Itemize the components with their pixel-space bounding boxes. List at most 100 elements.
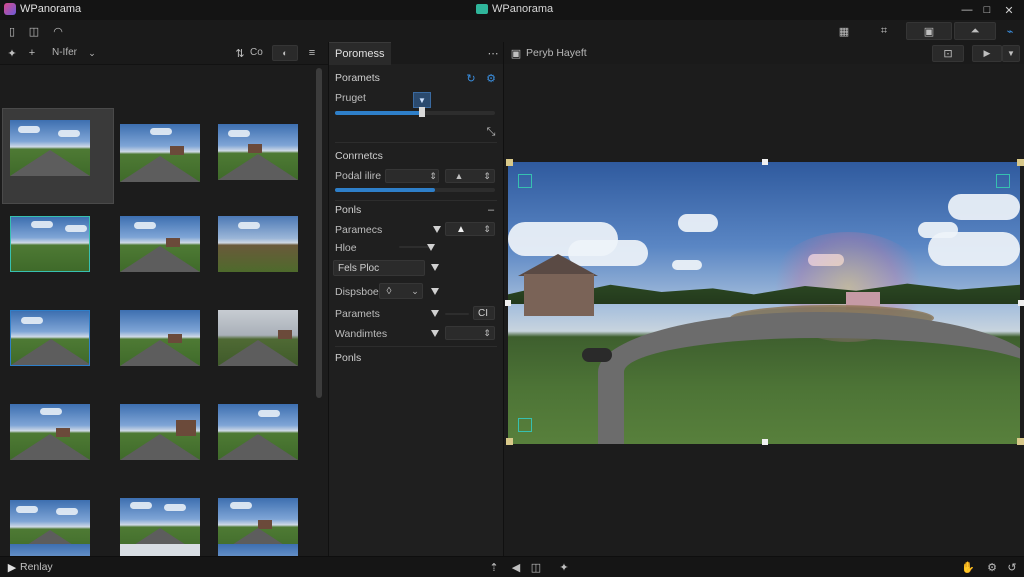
export-button[interactable]: ▣ — [906, 22, 952, 40]
menu-icon[interactable]: ≡ — [304, 45, 320, 61]
upload-button[interactable]: ⏶ — [954, 22, 996, 40]
parameters2-slider[interactable] — [445, 313, 469, 315]
barn — [524, 274, 594, 316]
thumbnail-16[interactable] — [8, 542, 92, 556]
wandinites-dropdown-icon[interactable] — [431, 330, 439, 337]
preview-icon: ▣ — [510, 47, 522, 60]
panel-more-icon[interactable]: ⋯ — [485, 45, 501, 61]
thumbnail-8[interactable] — [118, 308, 202, 368]
parameters2-label: Paramets — [335, 308, 380, 320]
expand-icon[interactable]: ⤡ — [483, 124, 499, 140]
cloud — [948, 194, 1020, 220]
thumbnail-2[interactable] — [118, 122, 202, 182]
parameters-stepper-icon[interactable]: ⇕ — [479, 221, 495, 237]
separator — [335, 346, 497, 347]
wandinites-stepper-icon[interactable]: ⇕ — [479, 325, 495, 341]
thumbnail-11[interactable] — [118, 402, 202, 462]
thumbnail-7[interactable] — [8, 308, 92, 368]
control-point-tl[interactable] — [518, 174, 532, 188]
cloud — [678, 214, 718, 232]
maximize-button[interactable]: □ — [976, 1, 998, 19]
thumbnail-9[interactable] — [216, 308, 300, 368]
corner-handle-tl[interactable] — [506, 159, 513, 166]
thumbnail-3[interactable] — [216, 122, 300, 182]
thumbnail-5[interactable] — [118, 214, 202, 274]
pin-icon[interactable]: ⇡ — [486, 559, 502, 575]
tab-parameters[interactable]: Poromess — [329, 42, 391, 65]
app-logo-icon — [4, 3, 16, 15]
preview-title: Peryb Hayeft — [526, 47, 587, 59]
control-point-tr[interactable] — [996, 174, 1010, 188]
parameters-label: Paramecs — [335, 224, 383, 236]
lock-icon[interactable]: ▲ — [451, 168, 467, 184]
sparkle-icon[interactable]: ✦ — [556, 559, 572, 575]
panorama-preview[interactable] — [508, 162, 1020, 444]
edge-handle-top[interactable] — [762, 159, 768, 165]
mode-label[interactable]: Co — [250, 47, 263, 58]
tab-parameters-label: Poromess — [335, 48, 385, 60]
fela-dropdown-icon[interactable] — [431, 264, 439, 271]
thumbnail-1[interactable] — [8, 118, 92, 178]
chevron-down-icon: ▼ — [1007, 49, 1015, 58]
center-title: WPanorama — [492, 3, 554, 15]
collapse-icon[interactable]: – — [483, 202, 499, 218]
corner-handle-tr[interactable] — [1017, 159, 1024, 166]
dispsoe-label: Dispsboe — [335, 286, 379, 298]
chat-icon[interactable]: ◫ — [528, 559, 544, 575]
pedal-stepper-icon[interactable]: ⇕ — [425, 168, 441, 184]
new-file-icon[interactable]: ▯ — [4, 23, 20, 39]
link-icon[interactable]: ⌁ — [1002, 23, 1018, 39]
parameters2-dropdown-icon[interactable] — [431, 310, 439, 317]
corner-handle-br[interactable] — [1017, 438, 1024, 445]
prev-icon[interactable]: ◀ — [508, 559, 524, 575]
cloud — [672, 260, 702, 270]
sort-icon[interactable]: ⇅ — [232, 45, 248, 61]
preset-dropdown[interactable]: ▼ — [413, 92, 431, 108]
chevron-down-icon[interactable]: ⌄ — [407, 283, 423, 299]
grid-view-icon[interactable]: ▦ — [836, 23, 852, 39]
filter-dropdown[interactable]: N-Ifer — [52, 47, 77, 58]
fela-field[interactable]: Fels Ploc — [333, 260, 425, 276]
open-file-icon[interactable]: ◫ — [26, 23, 42, 39]
chevron-down-icon[interactable]: ⌄ — [84, 45, 100, 61]
gear-icon[interactable]: ⚙ — [984, 559, 1000, 575]
add-icon[interactable]: ✦ — [4, 45, 20, 61]
edge-handle-bottom[interactable] — [762, 439, 768, 445]
reset-icon[interactable]: ↻ — [463, 70, 479, 86]
hand-icon[interactable]: ✋ — [960, 559, 976, 575]
minimize-button[interactable]: — — [956, 1, 978, 19]
settings-icon[interactable]: ⚙ — [483, 70, 499, 86]
control-point-bl[interactable] — [518, 418, 532, 432]
plus-icon[interactable]: + — [24, 45, 40, 61]
thumbnail-toolbar: ✦ + N-Ifer ⌄ ⇅ Co ◐ ≡ — [0, 42, 328, 65]
fit-button[interactable]: ⊡ — [932, 45, 964, 62]
thumbnail-17[interactable] — [118, 542, 202, 556]
hide-dropdown-icon[interactable] — [427, 244, 435, 251]
thumbnail-12[interactable] — [216, 402, 300, 462]
history-icon[interactable]: ↺ — [1004, 559, 1020, 575]
close-button[interactable]: ✕ — [998, 1, 1020, 19]
play-button[interactable]: ▶ — [972, 45, 1002, 62]
thumbnail-4[interactable] — [8, 214, 92, 274]
preset-slider-thumb[interactable] — [419, 107, 425, 117]
wandinites-label: Wandimtes — [335, 328, 388, 340]
pedal-stepper-2-icon[interactable]: ⇕ — [479, 168, 495, 184]
view-toggle-button[interactable]: ◐ — [272, 45, 298, 61]
thumbnail-18[interactable] — [216, 542, 300, 556]
dispsoe-dropdown-icon[interactable] — [431, 288, 439, 295]
save-icon[interactable]: ◠ — [50, 23, 66, 39]
corner-handle-bl[interactable] — [506, 438, 513, 445]
more-button[interactable]: ▼ — [1002, 45, 1020, 62]
crop-icon[interactable]: ⌗ — [876, 23, 892, 39]
hide-slider[interactable] — [399, 246, 429, 248]
thumbnail-6[interactable] — [216, 214, 300, 274]
edge-handle-right[interactable] — [1018, 300, 1024, 306]
thumbnail-scrollbar[interactable] — [316, 68, 322, 398]
play-small-icon[interactable]: ▶ — [4, 559, 20, 575]
thumbnail-10[interactable] — [8, 402, 92, 462]
cloud — [928, 232, 1020, 266]
ct-field[interactable]: CI — [473, 306, 495, 320]
edge-handle-left[interactable] — [505, 300, 511, 306]
parameters-dropdown-icon[interactable] — [433, 226, 441, 233]
half-circle-icon: ◐ — [282, 48, 288, 58]
